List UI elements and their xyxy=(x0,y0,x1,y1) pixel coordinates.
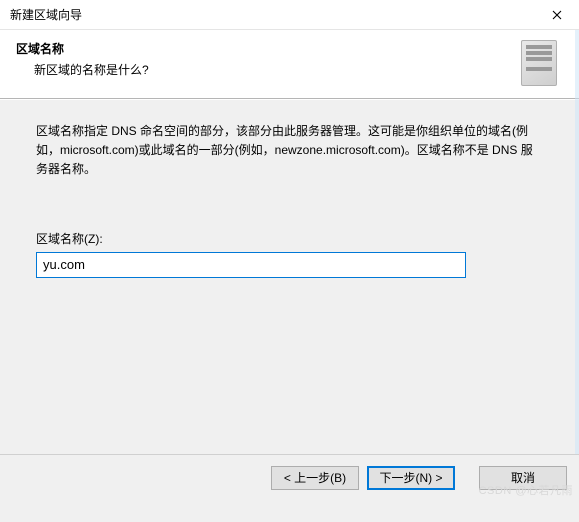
header-text: 区域名称 新区域的名称是什么? xyxy=(16,40,505,86)
description-text: 区域名称指定 DNS 命名空间的部分，该部分由此服务器管理。这可能是你组织单位的… xyxy=(36,122,541,180)
next-button[interactable]: 下一步(N) > xyxy=(367,466,455,490)
cancel-button[interactable]: 取消 xyxy=(479,466,567,490)
wizard-header: 区域名称 新区域的名称是什么? xyxy=(0,30,579,99)
header-subtitle: 新区域的名称是什么? xyxy=(34,61,505,78)
button-row: < 上一步(B) 下一步(N) > 取消 xyxy=(0,454,579,500)
zone-name-label: 区域名称(Z): xyxy=(36,230,541,247)
right-edge-accent xyxy=(575,30,579,454)
zone-name-input[interactable] xyxy=(36,252,466,278)
window-title: 新建区域向导 xyxy=(10,6,82,23)
titlebar: 新建区域向导 xyxy=(0,0,579,30)
close-icon xyxy=(552,10,562,20)
header-title: 区域名称 xyxy=(16,40,505,57)
back-button[interactable]: < 上一步(B) xyxy=(271,466,359,490)
close-button[interactable] xyxy=(534,0,579,30)
dns-server-icon xyxy=(515,40,563,86)
